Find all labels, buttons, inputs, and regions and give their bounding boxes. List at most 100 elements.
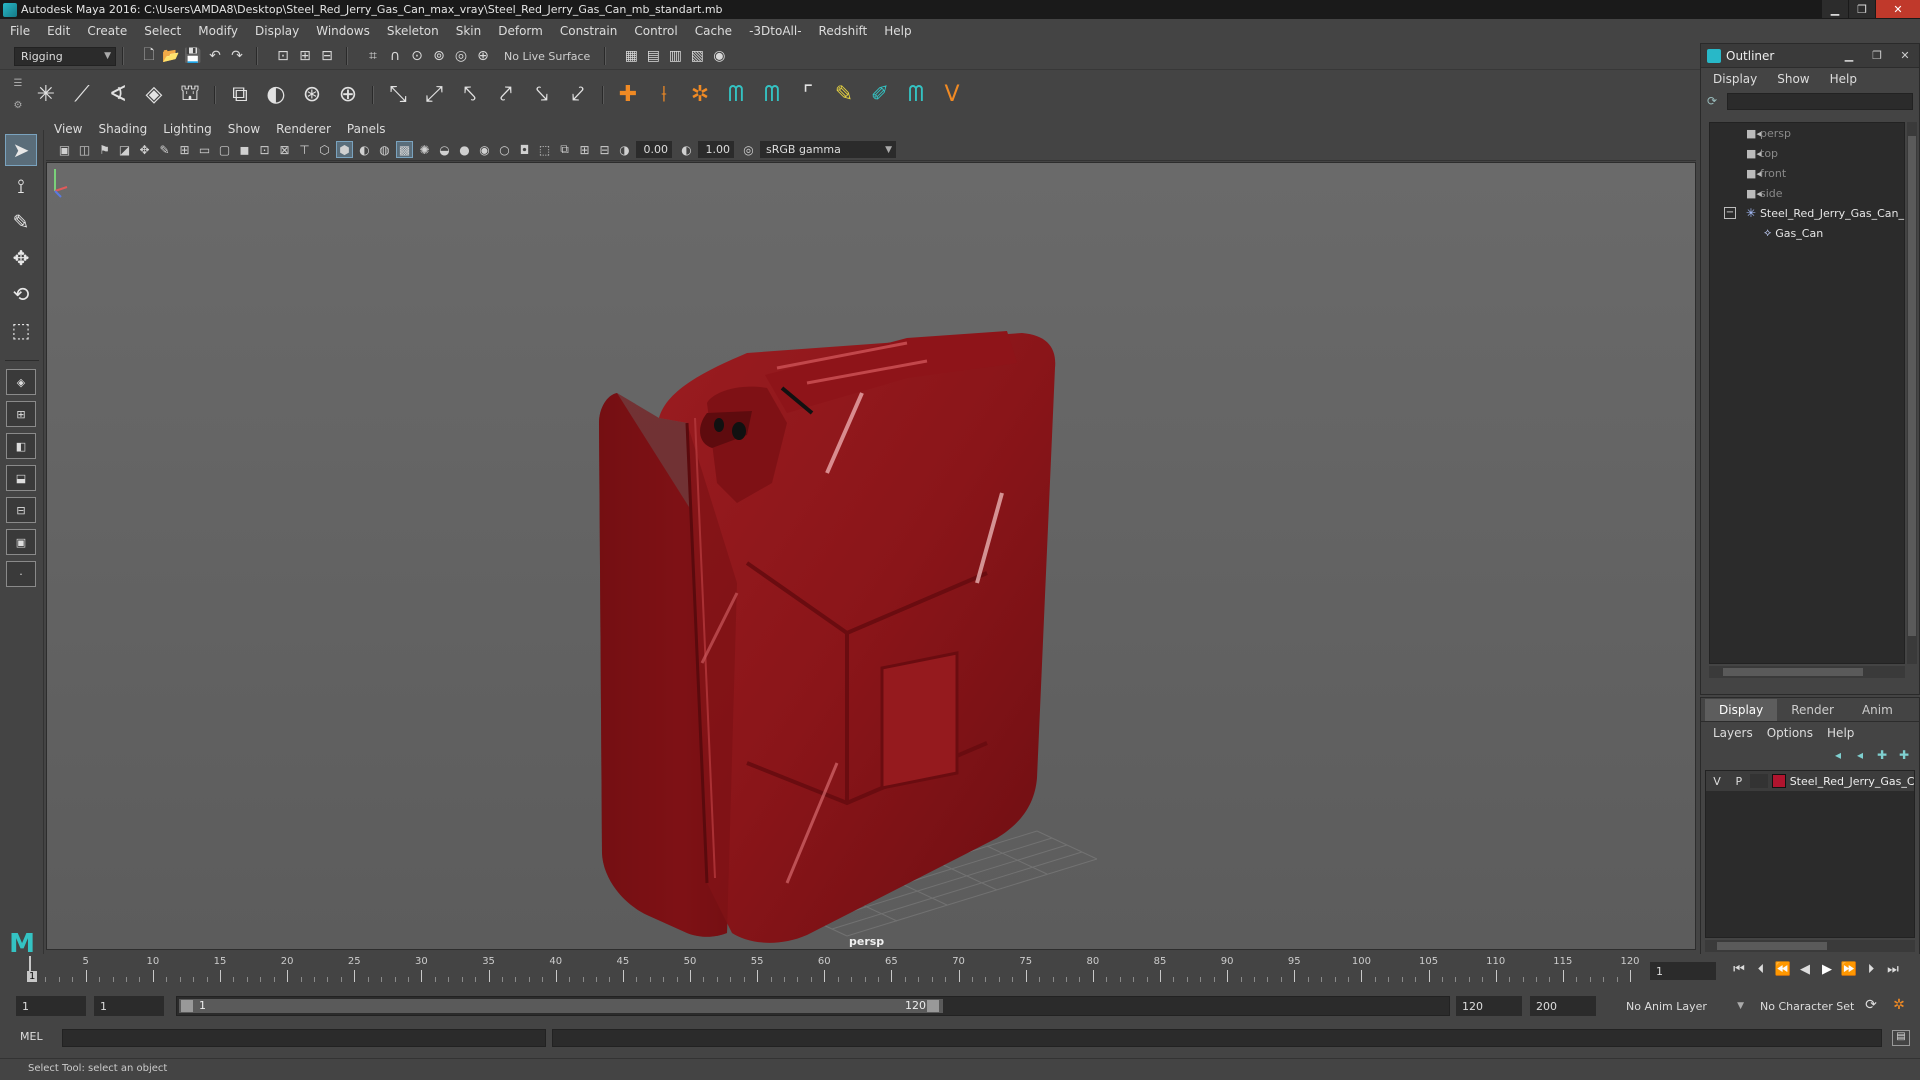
rotate-tool-icon[interactable]: ⟲ (5, 278, 37, 310)
motion-blur-icon[interactable]: ◉ (476, 141, 493, 158)
collapse-toggle[interactable]: − (1724, 207, 1736, 219)
snap-grid-icon[interactable]: ⌗ (364, 47, 382, 65)
menu-deform[interactable]: Deform (498, 24, 543, 38)
menu-file[interactable]: File (10, 24, 30, 38)
layer-menu-help[interactable]: Help (1827, 726, 1854, 740)
new-layer-from-selection-icon[interactable]: ✚ (1895, 748, 1913, 762)
playback-end-field[interactable]: 120 (1456, 996, 1522, 1016)
aim-constraint-icon[interactable]: ⤥ (527, 80, 557, 110)
color-space-dropdown[interactable]: sRGB gamma ▼ (760, 141, 896, 158)
menu-3dtoall[interactable]: -3DtoAll- (749, 24, 801, 38)
top-bottom-layout-icon[interactable]: ⬓ (6, 465, 36, 491)
cluster-handle-icon[interactable]: ✲ (685, 80, 715, 110)
exposure-icon[interactable]: ◑ (616, 141, 633, 158)
outliner-item-gas-can-group[interactable]: − ✳ Steel_Red_Jerry_Gas_Can_ (1710, 203, 1904, 223)
brush-tool-icon[interactable]: ✐ (865, 80, 895, 110)
ik-handle-icon[interactable]: ⟋ (67, 80, 97, 110)
play-backwards-icon[interactable]: ◀ (1794, 962, 1816, 980)
camera-select-icon[interactable]: ▣ (56, 141, 73, 158)
open-scene-icon[interactable]: 📂 (162, 47, 180, 65)
outliner-menu-help[interactable]: Help (1830, 72, 1857, 86)
three-view-layout-icon[interactable]: ⊟ (6, 497, 36, 523)
custom-layout-icon[interactable]: · (6, 561, 36, 587)
wireframe-icon[interactable]: ⬡ (316, 141, 333, 158)
four-view-layout-icon[interactable]: ⊞ (6, 401, 36, 427)
layer-visibility-toggle[interactable]: V (1706, 775, 1728, 788)
select-tool-icon[interactable]: ➤ (5, 134, 37, 166)
time-ruler[interactable]: 5 10 15 20 25 30 35 40 45 50 55 60 65 70 75 80 85 90 95 100… (30, 956, 1640, 984)
layer-menu-layers[interactable]: Layers (1713, 726, 1753, 740)
vp-menu-panels[interactable]: Panels (347, 122, 386, 136)
single-view-layout-icon[interactable]: ◈ (6, 369, 36, 395)
bind-skin-icon[interactable]: ⧉ (225, 80, 255, 110)
maya-script-3-icon[interactable]: ᗰ (901, 80, 931, 110)
minimize-button[interactable]: ▁ (1822, 0, 1848, 18)
tab-display[interactable]: Display (1705, 699, 1778, 721)
layer-row[interactable]: V P Steel_Red_Jerry_Gas_C (1706, 771, 1914, 791)
grid-toggle-icon[interactable]: ⊞ (176, 141, 193, 158)
menu-modify[interactable]: Modify (198, 24, 238, 38)
move-layer-up-icon[interactable]: ◂ (1829, 748, 1847, 762)
safe-action-icon[interactable]: ⊠ (276, 141, 293, 158)
menu-skeleton[interactable]: Skeleton (387, 24, 439, 38)
layer-display-type-toggle[interactable] (1749, 774, 1768, 788)
go-to-start-icon[interactable]: ⏮ (1728, 962, 1750, 980)
outliner-close-button[interactable]: ✕ (1891, 49, 1919, 62)
pole-vector-icon[interactable]: ⤦ (563, 80, 593, 110)
paint-tool-icon[interactable]: ✎ (829, 80, 859, 110)
step-back-key-icon[interactable]: ⏪ (1772, 962, 1794, 980)
time-slider[interactable]: 5 10 15 20 25 30 35 40 45 50 55 60 65 70 75 80 85 90 95 100… (0, 954, 1920, 986)
outliner-minimize-button[interactable]: ▁ (1835, 49, 1863, 62)
outliner-vertical-scrollbar[interactable] (1907, 122, 1917, 664)
menu-control[interactable]: Control (634, 24, 677, 38)
anti-aliasing-icon[interactable]: ○ (496, 141, 513, 158)
lattice-icon[interactable]: ⊛ (297, 80, 327, 110)
gamma-field[interactable]: 1.00 (698, 141, 734, 158)
render-frame-icon[interactable]: ▤ (644, 47, 662, 65)
outliner-menu-display[interactable]: Display (1713, 72, 1757, 86)
cluster-icon[interactable]: ⊕ (333, 80, 363, 110)
joint-tool-icon[interactable]: ✳ (31, 80, 61, 110)
outliner-item-gas-can-mesh[interactable]: ⟡ Gas_Can (1710, 223, 1904, 243)
menu-set-dropdown[interactable]: Rigging ▼ (14, 46, 116, 66)
snap-live-icon[interactable]: ⊕ (474, 47, 492, 65)
vp-menu-renderer[interactable]: Renderer (276, 122, 331, 136)
use-all-lights-icon[interactable]: ✺ (416, 141, 433, 158)
script-editor-icon[interactable]: ▤ (1892, 1030, 1910, 1046)
scale-tool-icon[interactable]: ⬚ (5, 314, 37, 346)
animation-preferences-icon[interactable]: ✲ (1890, 997, 1908, 1015)
play-forwards-icon[interactable]: ▶ (1816, 962, 1838, 980)
layer-playback-toggle[interactable]: P (1728, 775, 1750, 788)
gamma-icon[interactable]: ◐ (678, 141, 695, 158)
outliner-item-side[interactable]: ■◂ side (1710, 183, 1904, 203)
outliner-item-front[interactable]: ■◂ front (1710, 163, 1904, 183)
maximize-button[interactable]: ❐ (1849, 0, 1875, 18)
menu-constrain[interactable]: Constrain (560, 24, 618, 38)
snap-curve-icon[interactable]: ∩ (386, 47, 404, 65)
hypershade-icon[interactable]: ◉ (710, 47, 728, 65)
film-gate-icon[interactable]: ▭ (196, 141, 213, 158)
range-slider-bar-fill[interactable] (179, 999, 943, 1013)
tab-render[interactable]: Render (1777, 699, 1848, 721)
x-ray-joints-icon[interactable]: ⊞ (576, 141, 593, 158)
new-layer-icon[interactable]: ✚ (1873, 748, 1891, 762)
v-script-icon[interactable]: V (937, 80, 967, 110)
lasso-tool-icon[interactable]: ⟟ (5, 170, 37, 202)
x-ray-components-icon[interactable]: ⊟ (596, 141, 613, 158)
tab-anim[interactable]: Anim (1848, 699, 1907, 721)
outliner-search-input[interactable] (1727, 92, 1913, 110)
depth-of-field-icon[interactable]: ◘ (516, 141, 533, 158)
playback-start-field[interactable]: 1 (94, 996, 164, 1016)
outliner-persp-layout-icon[interactable]: ▣ (6, 529, 36, 555)
two-d-pan-icon[interactable]: ✥ (136, 141, 153, 158)
step-forward-frame-icon[interactable]: ⏵ (1860, 962, 1882, 980)
save-scene-icon[interactable]: 💾 (184, 47, 202, 65)
menu-windows[interactable]: Windows (316, 24, 370, 38)
menu-redshift[interactable]: Redshift (819, 24, 868, 38)
scale-constraint-icon[interactable]: ⤤ (491, 80, 521, 110)
gate-mask-icon[interactable]: ◼ (236, 141, 253, 158)
redo-icon[interactable]: ↷ (228, 47, 246, 65)
menu-select[interactable]: Select (144, 24, 181, 38)
snap-surface-icon[interactable]: ◎ (452, 47, 470, 65)
scrollbar-thumb[interactable] (1723, 668, 1863, 676)
